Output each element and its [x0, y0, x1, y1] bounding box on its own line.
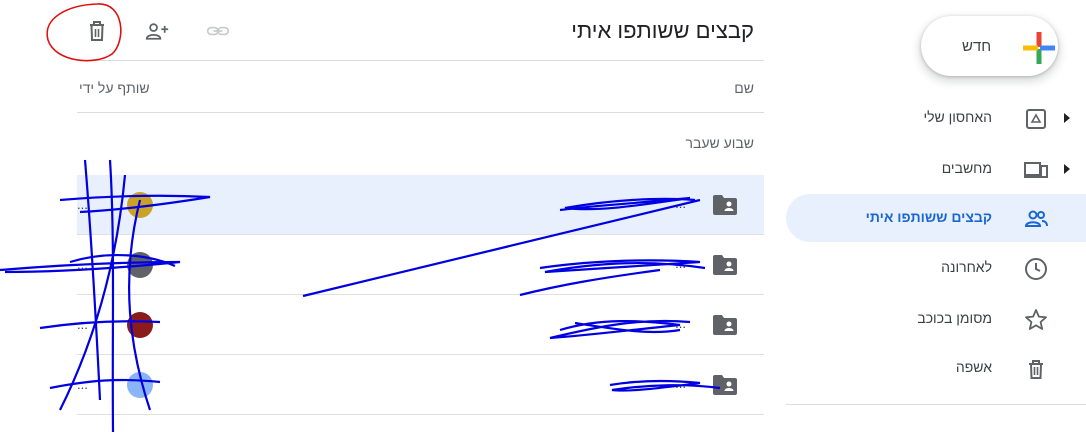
avatar: [127, 312, 153, 338]
trash-icon[interactable]: [85, 19, 109, 43]
file-name: ...: [675, 196, 686, 211]
sidebar-item-shared-with-me[interactable]: קבצים ששותפו איתי: [786, 194, 1086, 242]
avatar: [127, 252, 153, 278]
sidebar-item-trash[interactable]: אשפה: [786, 344, 1086, 392]
new-button-label: חדש: [962, 38, 992, 55]
sidebar-item-label: מסומן בכוכב: [917, 310, 992, 326]
sidebar-item-computers[interactable]: מחשבים: [786, 145, 1086, 193]
column-divider: [77, 112, 764, 113]
sidebar-item-label: האחסון שלי: [923, 109, 993, 125]
sidebar-item-label: מחשבים: [941, 160, 992, 176]
red-circle-annotation: [46, 3, 122, 62]
sidebar-item-recent[interactable]: לאחרונה: [786, 244, 1086, 292]
table-row[interactable]: ... ...: [77, 175, 764, 235]
clock-icon: [1025, 258, 1047, 280]
header-divider: [77, 60, 764, 61]
link-icon: [206, 26, 230, 36]
avatar: [127, 192, 153, 218]
shared-people-icon: [1024, 210, 1048, 227]
sidebar-divider: [786, 404, 1086, 405]
page-title: קבצים ששותפו איתי: [571, 18, 754, 43]
shared-by-name: ...: [77, 317, 88, 332]
sidebar-item-label: לאחרונה: [941, 259, 992, 275]
file-name: ...: [675, 376, 686, 391]
shared-folder-icon: [713, 255, 737, 275]
shared-by-name: ...: [77, 197, 88, 212]
shared-folder-icon: [713, 195, 737, 215]
column-header-shared-by[interactable]: שותף על ידי: [79, 80, 150, 96]
table-row[interactable]: ... ...: [77, 235, 764, 295]
shared-by-name: ...: [77, 377, 88, 392]
drive-icon: [1026, 109, 1046, 129]
shared-folder-icon: [713, 375, 737, 395]
caret-right-icon[interactable]: [1063, 164, 1071, 174]
avatar: [127, 372, 153, 398]
add-person-icon[interactable]: [145, 19, 169, 43]
plus-icon: [1023, 32, 1055, 64]
computers-icon: [1024, 162, 1048, 178]
caret-right-icon[interactable]: [1063, 113, 1071, 123]
table-row[interactable]: ... ...: [77, 295, 764, 355]
column-header-name[interactable]: שם: [734, 80, 754, 96]
sidebar-item-label: קבצים ששותפו איתי: [865, 209, 992, 225]
sidebar-item-my-drive[interactable]: האחסון שלי: [786, 94, 1086, 142]
star-icon: [1025, 309, 1047, 330]
sidebar-item-starred[interactable]: מסומן בכוכב: [786, 295, 1086, 343]
shared-folder-icon: [713, 315, 737, 335]
shared-by-name: ...: [77, 257, 88, 272]
file-name: ...: [675, 256, 686, 271]
table-row[interactable]: ... ...: [77, 355, 764, 415]
file-name: ...: [675, 316, 686, 331]
sidebar-item-label: אשפה: [955, 359, 992, 375]
group-label: שבוע שעבר: [685, 135, 755, 151]
trash-icon: [1029, 360, 1043, 379]
new-button[interactable]: חדש: [921, 16, 1058, 76]
